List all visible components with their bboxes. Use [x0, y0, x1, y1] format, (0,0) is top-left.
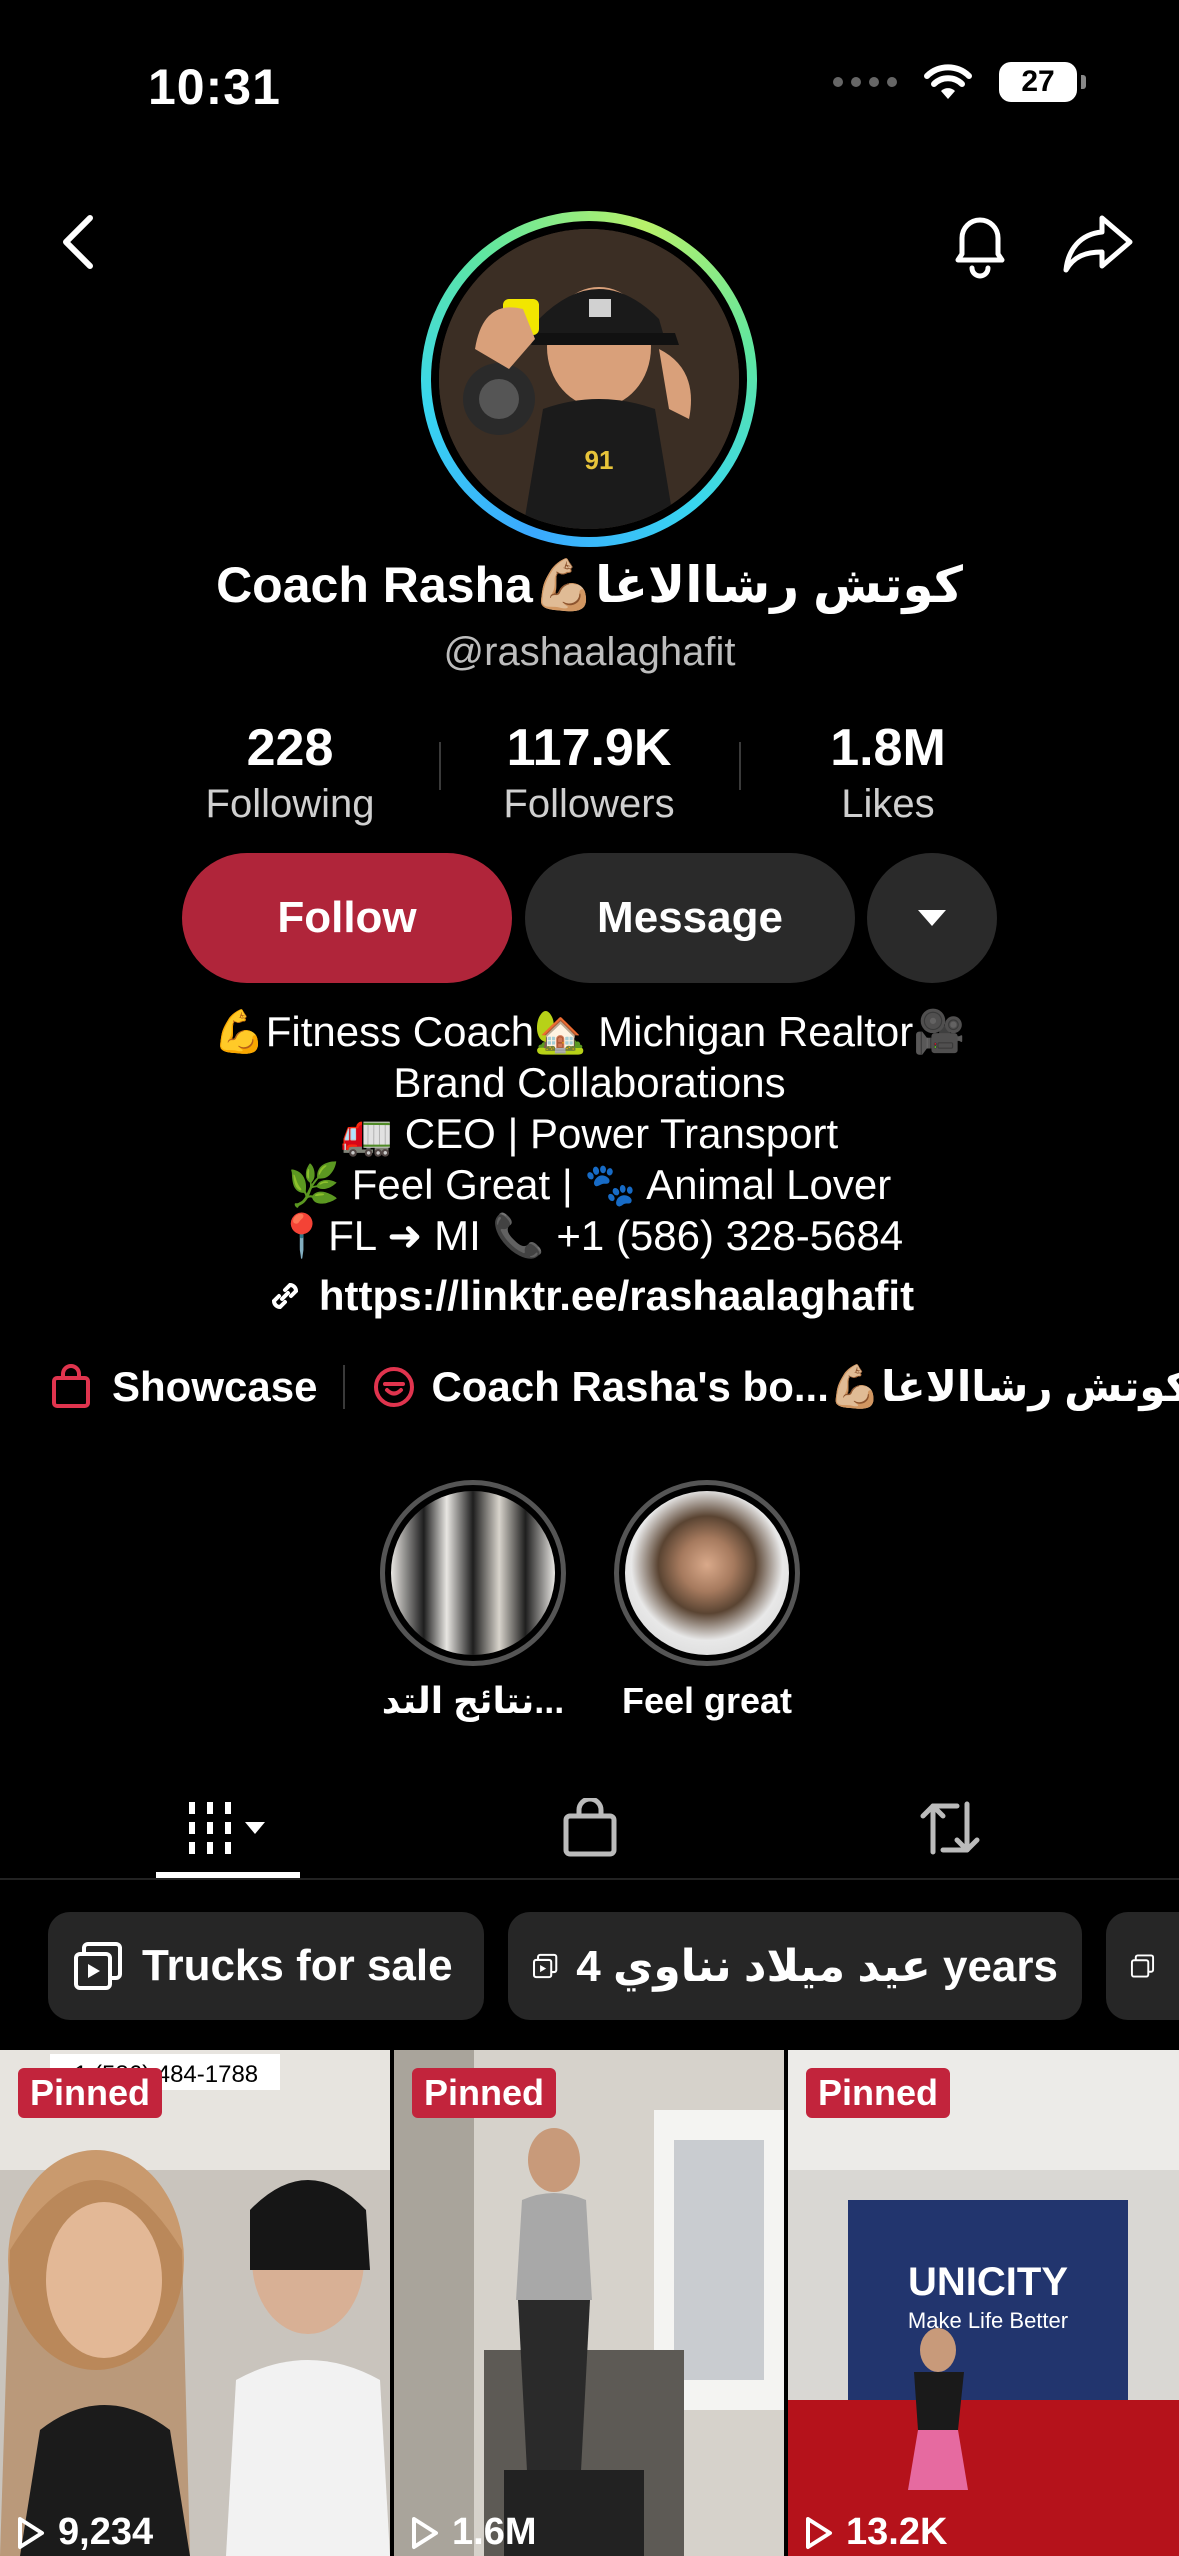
video-image: +1 (586) 484-1788 [0, 2050, 390, 2556]
stat-divider [739, 742, 741, 790]
highlight-item[interactable]: نتائج التد... [380, 1480, 566, 1722]
more-options-button[interactable] [867, 853, 997, 983]
video-image: UNICITY Make Life Better [788, 2050, 1179, 2556]
playlist-label: عيد ميلاد نناوي 4 years [576, 1941, 1058, 1991]
bio-line: 💪Fitness Coach🏡 Michigan Realtor🎥 [213, 1008, 966, 1055]
message-button[interactable]: Message [525, 853, 855, 983]
view-count-value: 13.2K [846, 2511, 948, 2553]
pinned-badge: Pinned [806, 2068, 951, 2118]
stat-divider [439, 742, 441, 790]
highlight-label: نتائج التد... [381, 1680, 565, 1721]
stat-value: 1.8M [830, 719, 946, 777]
chevron-down-icon [918, 910, 946, 926]
stat-value: 117.9K [506, 719, 672, 777]
view-count: 9,234 [16, 2511, 153, 2554]
video-thumbnail[interactable]: UNICITY Make Life Better Pinned 13.2K [788, 2050, 1179, 2556]
pinned-badge: Pinned [412, 2068, 557, 2118]
stat-label: Following [205, 782, 375, 826]
shop-link[interactable]: Coach Rasha's bo...💪🏼كوتش رشاالاغا [431, 1362, 1179, 1412]
highlight-image [391, 1491, 555, 1655]
grid-icon [189, 1802, 265, 1854]
tab-reposts[interactable] [900, 1780, 1000, 1876]
stat-value: 228 [246, 719, 334, 777]
stat-label: Followers [503, 782, 675, 826]
battery-icon: 27 [999, 62, 1086, 102]
playlist-chip[interactable]: عيد ميلاد نناوي 4 years [508, 1912, 1082, 2020]
view-count: 13.2K [804, 2511, 947, 2554]
username: @rashaalaghafit [443, 630, 736, 674]
showcase-row: Showcase Coach Rasha's bo...💪🏼كوتش رشاال… [48, 1362, 1179, 1412]
stat-following[interactable]: 228 Following [170, 718, 410, 827]
tab-shop[interactable] [540, 1780, 640, 1876]
playlist-icon [74, 1942, 122, 1990]
video-thumbnail[interactable]: Pinned 1.6M [394, 2050, 784, 2556]
shopping-bag-icon [563, 1798, 617, 1857]
shop-icon [374, 1367, 415, 1407]
bio-line: 🌿 Feel Great | 🐾 Animal Lover [287, 1161, 892, 1208]
svg-text:91: 91 [585, 445, 614, 475]
shopping-bag-icon [52, 1364, 90, 1408]
highlight-item[interactable]: Feel great [614, 1480, 800, 1722]
bio-line: Brand Collaborations [393, 1059, 786, 1106]
repost-icon [920, 1801, 980, 1855]
video-thumbnail[interactable]: +1 (586) 484-1788 Pinned 9,234 [0, 2050, 390, 2556]
highlight-image [625, 1491, 789, 1655]
share-icon[interactable] [1062, 212, 1134, 274]
follow-button[interactable]: Follow [182, 853, 512, 983]
back-icon[interactable] [56, 212, 100, 272]
playlist-icon [533, 1953, 558, 1979]
pinned-badge: Pinned [18, 2068, 163, 2118]
view-count: 1.6M [410, 2511, 536, 2554]
wifi-icon [924, 64, 972, 99]
link-icon [271, 1282, 298, 1310]
avatar[interactable]: 91 [421, 211, 757, 547]
stat-label: Likes [841, 782, 935, 826]
play-icon [412, 2516, 438, 2549]
tab-videos[interactable] [156, 1780, 300, 1876]
view-count-value: 1.6M [452, 2511, 537, 2553]
playlist-chip[interactable] [1106, 1912, 1179, 2020]
bell-icon[interactable] [948, 208, 1012, 280]
highlight-label: Feel great [621, 1680, 793, 1721]
status-icons: 27 [833, 62, 1086, 102]
bio-link-text: https://linktr.ee/rashaalaghafit [318, 1272, 915, 1319]
view-count-value: 9,234 [58, 2511, 154, 2553]
bio: 💪Fitness Coach🏡 Michigan Realtor🎥 Brand … [0, 1006, 1179, 1261]
divider [0, 1878, 1179, 1880]
play-icon [806, 2516, 832, 2549]
divider [343, 1365, 346, 1409]
video-overlay-subtext: Make Life Better [908, 2308, 1068, 2333]
playlist-icon [1130, 1954, 1155, 1978]
video-overlay-text: UNICITY [908, 2260, 1068, 2304]
playlist-chip[interactable]: Trucks for sale [48, 1912, 484, 2020]
status-time: 10:31 [148, 59, 281, 115]
stat-likes[interactable]: 1.8M Likes [768, 718, 1008, 827]
playlist-label: Trucks for sale [142, 1941, 453, 1990]
stat-followers[interactable]: 117.9K Followers [469, 718, 709, 827]
play-icon [18, 2516, 44, 2549]
video-image [394, 2050, 784, 2556]
battery-level: 27 [1021, 65, 1055, 98]
bio-line: 📍FL ➜ MI 📞 +1 (586) 328-5684 [275, 1212, 904, 1259]
signal-icon [833, 77, 897, 87]
showcase-link[interactable]: Showcase [112, 1363, 317, 1411]
bio-link[interactable]: https://linktr.ee/rashaalaghafit [0, 1272, 1179, 1320]
display-name: Coach Rasha💪🏼كوتش رشاالاغا [216, 557, 963, 613]
avatar-image: 91 [439, 229, 739, 529]
bio-line: 🚛 CEO | Power Transport [340, 1110, 839, 1157]
